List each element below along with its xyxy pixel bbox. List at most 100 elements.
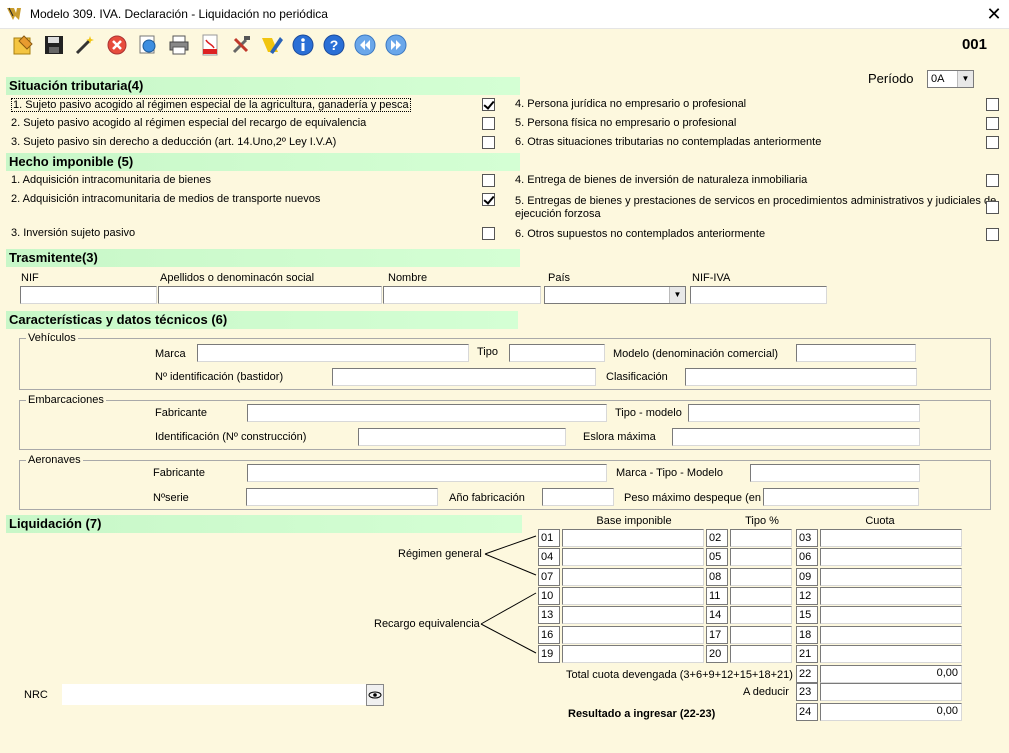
hecho-checkbox-1[interactable] (482, 174, 495, 187)
nif-iva-input[interactable] (690, 286, 827, 304)
cuota-input[interactable] (820, 626, 962, 644)
apellidos-label: Apellidos o denominacón social (160, 272, 315, 284)
vehiculo-marca-input[interactable] (197, 344, 469, 362)
vehiculo-modelo-input[interactable] (796, 344, 916, 362)
pais-select[interactable]: ▼ (544, 286, 686, 304)
tax-agency-icon[interactable] (260, 33, 284, 57)
casilla-code: 11 (706, 587, 728, 605)
aeronave-fabricante-input[interactable] (247, 464, 607, 482)
casilla-code: 17 (706, 626, 728, 644)
print-icon[interactable] (167, 33, 191, 57)
vehiculo-clasificacion-label: Clasificación (606, 371, 668, 383)
situacion-checkbox-6[interactable] (986, 136, 999, 149)
nif-input[interactable] (20, 286, 157, 304)
vehiculo-clasificacion-input[interactable] (685, 368, 917, 386)
aeronave-nserie-input[interactable] (246, 488, 438, 506)
casilla-code: 09 (796, 568, 818, 586)
section-trasmitente: Trasmitente(3) (6, 249, 520, 267)
save-icon[interactable] (42, 33, 66, 57)
cuota-input[interactable] (820, 529, 962, 547)
window-title: Modelo 309. IVA. Declaración - Liquidaci… (30, 7, 328, 21)
resultado-input[interactable]: 0,00 (820, 703, 962, 721)
casilla-code: 19 (538, 645, 560, 663)
nrc-input[interactable] (62, 684, 366, 705)
tipo-input[interactable] (730, 587, 792, 605)
hecho-checkbox-3[interactable] (482, 227, 495, 240)
cancel-icon[interactable] (105, 33, 129, 57)
casilla-code: 12 (796, 587, 818, 605)
vehiculo-id-input[interactable] (332, 368, 596, 386)
pdf-icon[interactable] (198, 33, 222, 57)
nrc-reveal-button[interactable] (366, 684, 384, 706)
cuota-input[interactable] (820, 606, 962, 624)
periodo-select[interactable]: 0A ▼ (927, 70, 974, 88)
aeronave-peso-input[interactable] (763, 488, 919, 506)
chevron-down-icon[interactable]: ▼ (957, 71, 973, 87)
casilla-code: 02 (706, 529, 728, 547)
aeronave-marca-tipo-modelo-input[interactable] (750, 464, 920, 482)
embarcacion-id-input[interactable] (358, 428, 566, 446)
total-code: 22 (796, 665, 818, 683)
back-icon[interactable] (353, 33, 377, 57)
help-icon[interactable]: ? (322, 33, 346, 57)
base-input[interactable] (562, 645, 704, 663)
base-input[interactable] (562, 529, 704, 547)
app-logo-icon (6, 7, 22, 21)
tipo-input[interactable] (730, 606, 792, 624)
base-input[interactable] (562, 626, 704, 644)
base-input[interactable] (562, 587, 704, 605)
vehiculo-marca-label: Marca (155, 348, 186, 360)
periodo-label: Período (868, 71, 914, 86)
info-icon[interactable] (291, 33, 315, 57)
close-window-button[interactable]: ✕ (983, 2, 1005, 26)
nombre-input[interactable] (383, 286, 541, 304)
cuota-input[interactable] (820, 645, 962, 663)
situacion-checkbox-1[interactable] (482, 98, 495, 111)
tipo-input[interactable] (730, 645, 792, 663)
tipo-input[interactable] (730, 568, 792, 586)
tipo-input[interactable] (730, 529, 792, 547)
aeronave-anio-input[interactable] (542, 488, 614, 506)
casilla-code: 07 (538, 568, 560, 586)
hecho-checkbox-2[interactable] (482, 193, 495, 206)
hecho-option-4: 4. Entrega de bienes de inversión de nat… (515, 174, 808, 186)
hecho-checkbox-4[interactable] (986, 174, 999, 187)
resultado-code: 24 (796, 703, 818, 721)
deducir-input[interactable] (820, 683, 962, 701)
new-icon[interactable] (11, 33, 35, 57)
apellidos-input[interactable] (158, 286, 382, 304)
embarcacion-fabricante-input[interactable] (247, 404, 607, 422)
tools-icon[interactable] (229, 33, 253, 57)
base-input[interactable] (562, 606, 704, 624)
aeronave-marca-tipo-modelo-label: Marca - Tipo - Modelo (616, 467, 723, 479)
hecho-checkbox-5[interactable] (986, 201, 999, 214)
hecho-checkbox-6[interactable] (986, 228, 999, 241)
cuota-input[interactable] (820, 587, 962, 605)
situacion-checkbox-4[interactable] (986, 98, 999, 111)
chevron-down-icon[interactable]: ▼ (669, 287, 685, 303)
total-cuota-input[interactable]: 0,00 (820, 665, 962, 683)
embarcacion-tipo-modelo-input[interactable] (688, 404, 920, 422)
aeronave-peso-label: Peso máximo despeque (en Kg) (624, 492, 782, 504)
section-liquidacion: Liquidación (7) (6, 515, 522, 533)
casilla-code: 16 (538, 626, 560, 644)
tipo-input[interactable] (730, 548, 792, 566)
embarcacion-eslora-input[interactable] (672, 428, 920, 446)
preview-icon[interactable] (136, 33, 160, 57)
tipo-input[interactable] (730, 626, 792, 644)
vehiculo-tipo-input[interactable] (509, 344, 605, 362)
casilla-code: 14 (706, 606, 728, 624)
hecho-option-5-line1: 5. Entregas de bienes y prestaciones de … (515, 195, 997, 207)
cuota-input[interactable] (820, 568, 962, 586)
cuota-input[interactable] (820, 548, 962, 566)
col-cuota-header: Cuota (865, 515, 895, 527)
situacion-checkbox-2[interactable] (482, 117, 495, 130)
situacion-checkbox-3[interactable] (482, 136, 495, 149)
forward-icon[interactable] (384, 33, 408, 57)
casilla-code: 10 (538, 587, 560, 605)
base-input[interactable] (562, 568, 704, 586)
situacion-checkbox-5[interactable] (986, 117, 999, 130)
base-input[interactable] (562, 548, 704, 566)
wand-icon[interactable] (73, 33, 97, 57)
form-number: 001 (961, 36, 987, 53)
